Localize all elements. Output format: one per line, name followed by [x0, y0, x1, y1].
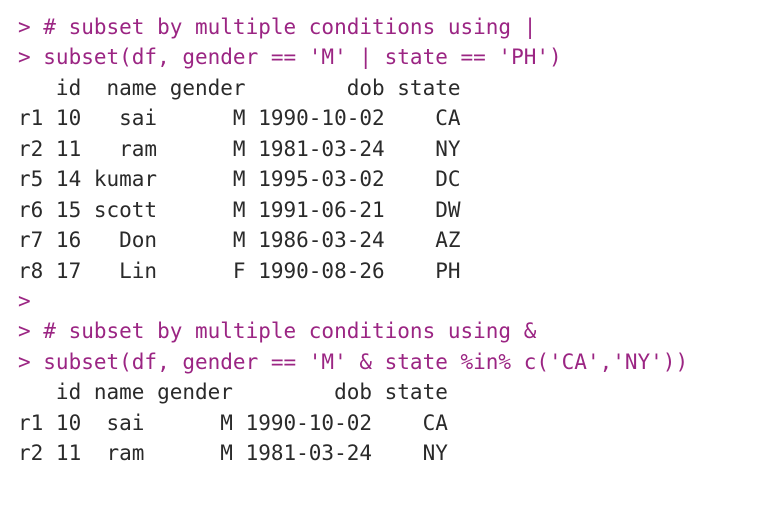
console-input-line: > # subset by multiple conditions using …: [18, 316, 762, 346]
console-output-line: r6 15 scott M 1991-06-21 DW: [18, 195, 762, 225]
console-input-line: > subset(df, gender == 'M' & state %in% …: [18, 347, 762, 377]
console-input-line: >: [18, 286, 762, 316]
console-output-line: r1 10 sai M 1990-10-02 CA: [18, 103, 762, 133]
console-output-line: r2 11 ram M 1981-03-24 NY: [18, 134, 762, 164]
console-output-line: r8 17 Lin F 1990-08-26 PH: [18, 256, 762, 286]
console-output-line: r7 16 Don M 1986-03-24 AZ: [18, 225, 762, 255]
console-input-line: > subset(df, gender == 'M' | state == 'P…: [18, 42, 762, 72]
console-output-line: r1 10 sai M 1990-10-02 CA: [18, 408, 762, 438]
console-output-line: r2 11 ram M 1981-03-24 NY: [18, 438, 762, 468]
console-output-line: id name gender dob state: [18, 377, 762, 407]
console-output-line: r5 14 kumar M 1995-03-02 DC: [18, 164, 762, 194]
console-input-line: > # subset by multiple conditions using …: [18, 12, 762, 42]
console-output-line: id name gender dob state: [18, 73, 762, 103]
r-console-output: > # subset by multiple conditions using …: [0, 0, 780, 481]
